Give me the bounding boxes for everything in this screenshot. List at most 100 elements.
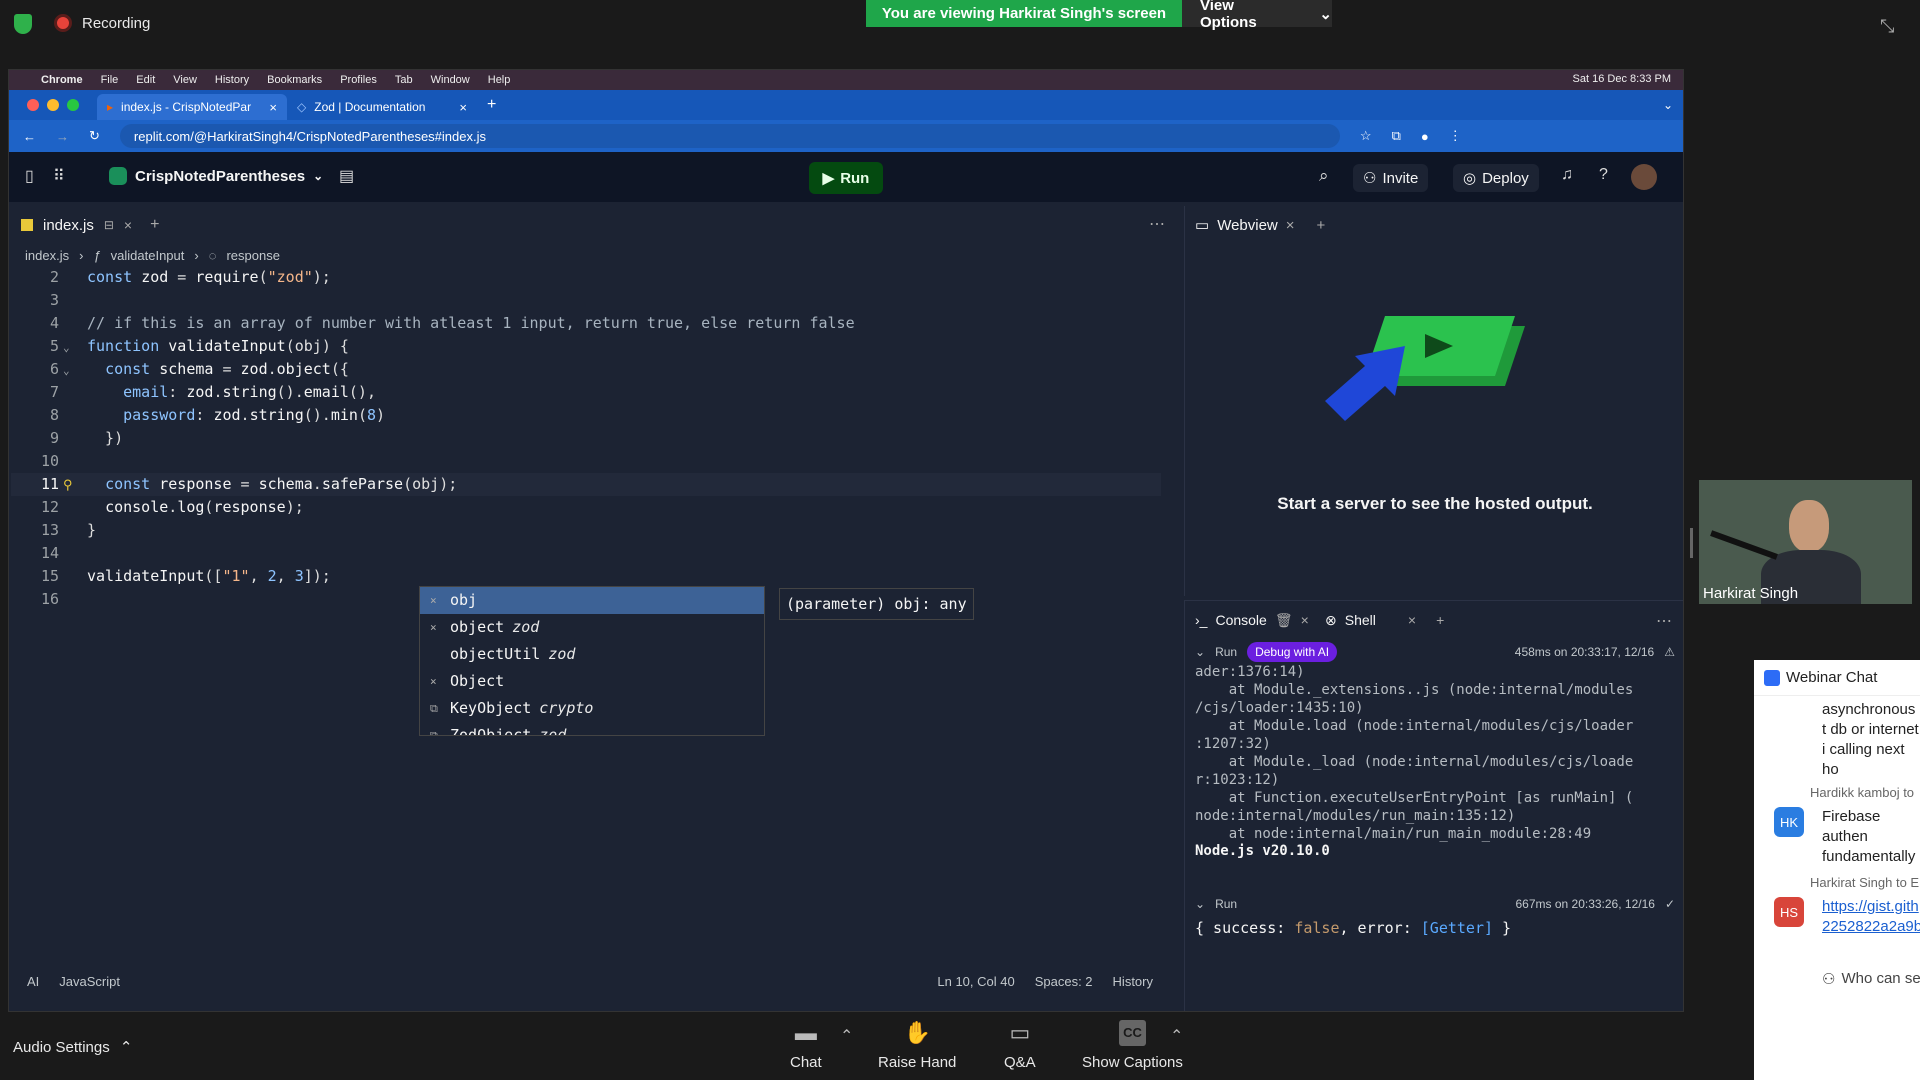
invite-button[interactable]: ⚇ Invite — [1353, 164, 1429, 192]
browser-tab-replit[interactable]: ▸ index.js - CrispNotedParenth × — [97, 94, 287, 120]
autocomplete-name: Object — [450, 672, 505, 690]
menu-profiles[interactable]: Profiles — [340, 74, 377, 86]
breadcrumb-variable[interactable]: response — [226, 248, 279, 263]
new-tab-icon[interactable]: + — [1436, 612, 1444, 628]
collapse-chevron-icon[interactable]: ⌄ — [1195, 897, 1205, 911]
browser-tab-zod[interactable]: ◇ Zod | Documentation × — [287, 94, 477, 120]
chevron-up-icon[interactable]: ⌃ — [840, 1026, 853, 1046]
fold-chevron-icon[interactable]: ⌄ — [63, 336, 87, 359]
editor-tab-index-js[interactable]: index.js ⊟ × + — [21, 210, 159, 240]
code-area[interactable]: 2 const zod = require("zod"); 3 4 // if th… — [11, 266, 1161, 611]
profile-avatar[interactable]: ● — [1421, 129, 1429, 144]
run-button[interactable]: ▶ Run — [809, 162, 883, 194]
show-captions-button[interactable]: CC Show Captions — [1082, 1020, 1183, 1071]
close-tab-icon[interactable]: × — [1286, 217, 1295, 234]
menu-edit[interactable]: Edit — [136, 74, 155, 86]
editor-more-icon[interactable]: ⋯ — [1149, 214, 1165, 234]
menu-view[interactable]: View — [173, 74, 197, 86]
sidebar-toggle-icon[interactable]: ▯ — [25, 166, 34, 186]
view-options-button[interactable]: View Options ⌄ — [1182, 0, 1332, 31]
cc-icon: CC — [1119, 1020, 1146, 1046]
menu-tab[interactable]: Tab — [395, 74, 413, 86]
reload-icon[interactable]: ↻ — [89, 128, 100, 144]
language-status[interactable]: JavaScript — [59, 974, 120, 989]
forward-icon[interactable]: → — [56, 129, 69, 144]
chat-link[interactable]: https://gist.gith 2252822a2a9b — [1822, 897, 1920, 937]
participant-video[interactable]: Harkirat Singh — [1699, 480, 1912, 604]
console-tab[interactable]: ›_ Console 🗑 × — [1195, 607, 1309, 633]
zoom-window-button[interactable] — [67, 99, 79, 111]
search-icon[interactable]: ⌕ — [1319, 166, 1329, 186]
autocomplete-item[interactable]: ⧉ KeyObject crypto — [420, 695, 764, 722]
autocomplete-item[interactable]: ⧉ ZodObject zod — [420, 722, 764, 735]
webview-tab[interactable]: ▭ Webview × + — [1195, 210, 1325, 240]
menu-bookmarks[interactable]: Bookmarks — [267, 74, 322, 86]
extensions-icon[interactable]: ⧉ — [1392, 128, 1401, 144]
close-tab-icon[interactable]: × — [1408, 612, 1416, 628]
split-icon[interactable]: ⊟ — [104, 218, 114, 232]
close-tab-icon[interactable]: × — [1301, 612, 1309, 628]
exit-fullscreen-icon[interactable]: ⤡ — [1880, 16, 1894, 37]
qa-icon: ▭ — [1009, 1020, 1031, 1045]
notifications-bell-icon[interactable]: ♫ — [1561, 166, 1573, 184]
collapse-chevron-icon[interactable]: ⌄ — [1195, 645, 1205, 659]
autocomplete-item[interactable]: ⨯ obj — [420, 587, 764, 614]
audio-settings-button[interactable]: Audio Settings ⌃ — [13, 1038, 132, 1056]
new-tab-icon[interactable]: + — [487, 96, 496, 114]
autocomplete-item[interactable]: objectUtil zod — [420, 641, 764, 668]
recording-indicator[interactable]: Recording — [54, 14, 150, 32]
code-line: 9 }) — [11, 427, 1161, 450]
chevron-up-icon[interactable]: ⌃ — [1170, 1026, 1183, 1046]
microphone-graphic — [1710, 530, 1778, 560]
workspace-menu-icon[interactable]: ⠿ — [53, 166, 65, 186]
debug-with-ai-button[interactable]: Debug with AI — [1247, 642, 1338, 662]
new-tab-icon[interactable]: + — [150, 216, 159, 234]
chat-visibility-selector[interactable]: ⚇ Who can se — [1822, 970, 1920, 988]
menu-help[interactable]: Help — [488, 74, 511, 86]
breadcrumb-function[interactable]: validateInput — [111, 248, 185, 263]
breadcrumb-file[interactable]: index.js — [25, 248, 69, 263]
menu-history[interactable]: History — [215, 74, 249, 86]
close-tab-icon[interactable]: × — [269, 100, 277, 115]
back-icon[interactable]: ← — [23, 129, 36, 144]
output-value: false — [1294, 919, 1340, 937]
new-tab-icon[interactable]: + — [1317, 217, 1326, 234]
shell-tab[interactable]: ⊗ Shell × + — [1325, 607, 1444, 633]
qa-button[interactable]: ▭ Q&A — [1004, 1020, 1036, 1071]
security-shield-icon[interactable] — [14, 14, 32, 34]
code-line: 15 validateInput(["1", 2, 3]); — [11, 565, 1161, 588]
close-tab-icon[interactable]: × — [124, 217, 132, 233]
history-button[interactable]: History — [1113, 974, 1153, 989]
browser-menu-icon[interactable]: ⋮ — [1449, 128, 1462, 144]
replit-header: ▯ ⠿ CrispNotedParentheses ⌄ ▤ ▶ Run ⌕ ⚇ … — [9, 152, 1683, 202]
clear-console-icon[interactable]: 🗑 — [1275, 612, 1293, 629]
menu-app-name[interactable]: Chrome — [41, 74, 83, 86]
view-options-label: View Options — [1200, 0, 1257, 31]
console-more-icon[interactable]: ⋯ — [1656, 611, 1672, 631]
autocomplete-item[interactable]: ⨯ object zod — [420, 614, 764, 641]
menu-file[interactable]: File — [101, 74, 119, 86]
menu-clock[interactable]: Sat 16 Dec 8:33 PM — [1573, 73, 1671, 85]
url-field[interactable]: replit.com/@HarkiratSingh4/CrispNotedPar… — [119, 124, 1340, 148]
tab-search-icon[interactable]: ⌄ — [1663, 98, 1673, 112]
minimize-window-button[interactable] — [47, 99, 59, 111]
bookmark-star-icon[interactable]: ☆ — [1360, 128, 1372, 144]
lightbulb-icon[interactable]: ⚲ — [63, 474, 87, 497]
user-avatar[interactable] — [1631, 164, 1657, 190]
cursor-position[interactable]: Ln 10, Col 40 — [937, 974, 1014, 989]
raise-hand-button[interactable]: ✋ Raise Hand — [878, 1020, 956, 1071]
close-window-button[interactable] — [27, 99, 39, 111]
indent-status[interactable]: Spaces: 2 — [1035, 974, 1093, 989]
menu-window[interactable]: Window — [431, 74, 470, 86]
help-icon[interactable]: ? — [1599, 166, 1608, 184]
autocomplete-name: obj — [450, 591, 478, 609]
ai-status[interactable]: AI — [27, 974, 39, 989]
close-tab-icon[interactable]: × — [459, 100, 467, 115]
autocomplete-item[interactable]: ⨯ Object — [420, 668, 764, 695]
fold-chevron-icon[interactable]: ⌄ — [63, 359, 87, 382]
deploy-button[interactable]: ◎ Deploy — [1453, 164, 1539, 192]
packages-icon[interactable]: ▤ — [339, 166, 354, 186]
chat-button[interactable]: ▬ Chat — [790, 1020, 822, 1071]
project-name-button[interactable]: CrispNotedParentheses ⌄ — [109, 167, 323, 185]
video-resize-handle[interactable] — [1690, 528, 1693, 558]
